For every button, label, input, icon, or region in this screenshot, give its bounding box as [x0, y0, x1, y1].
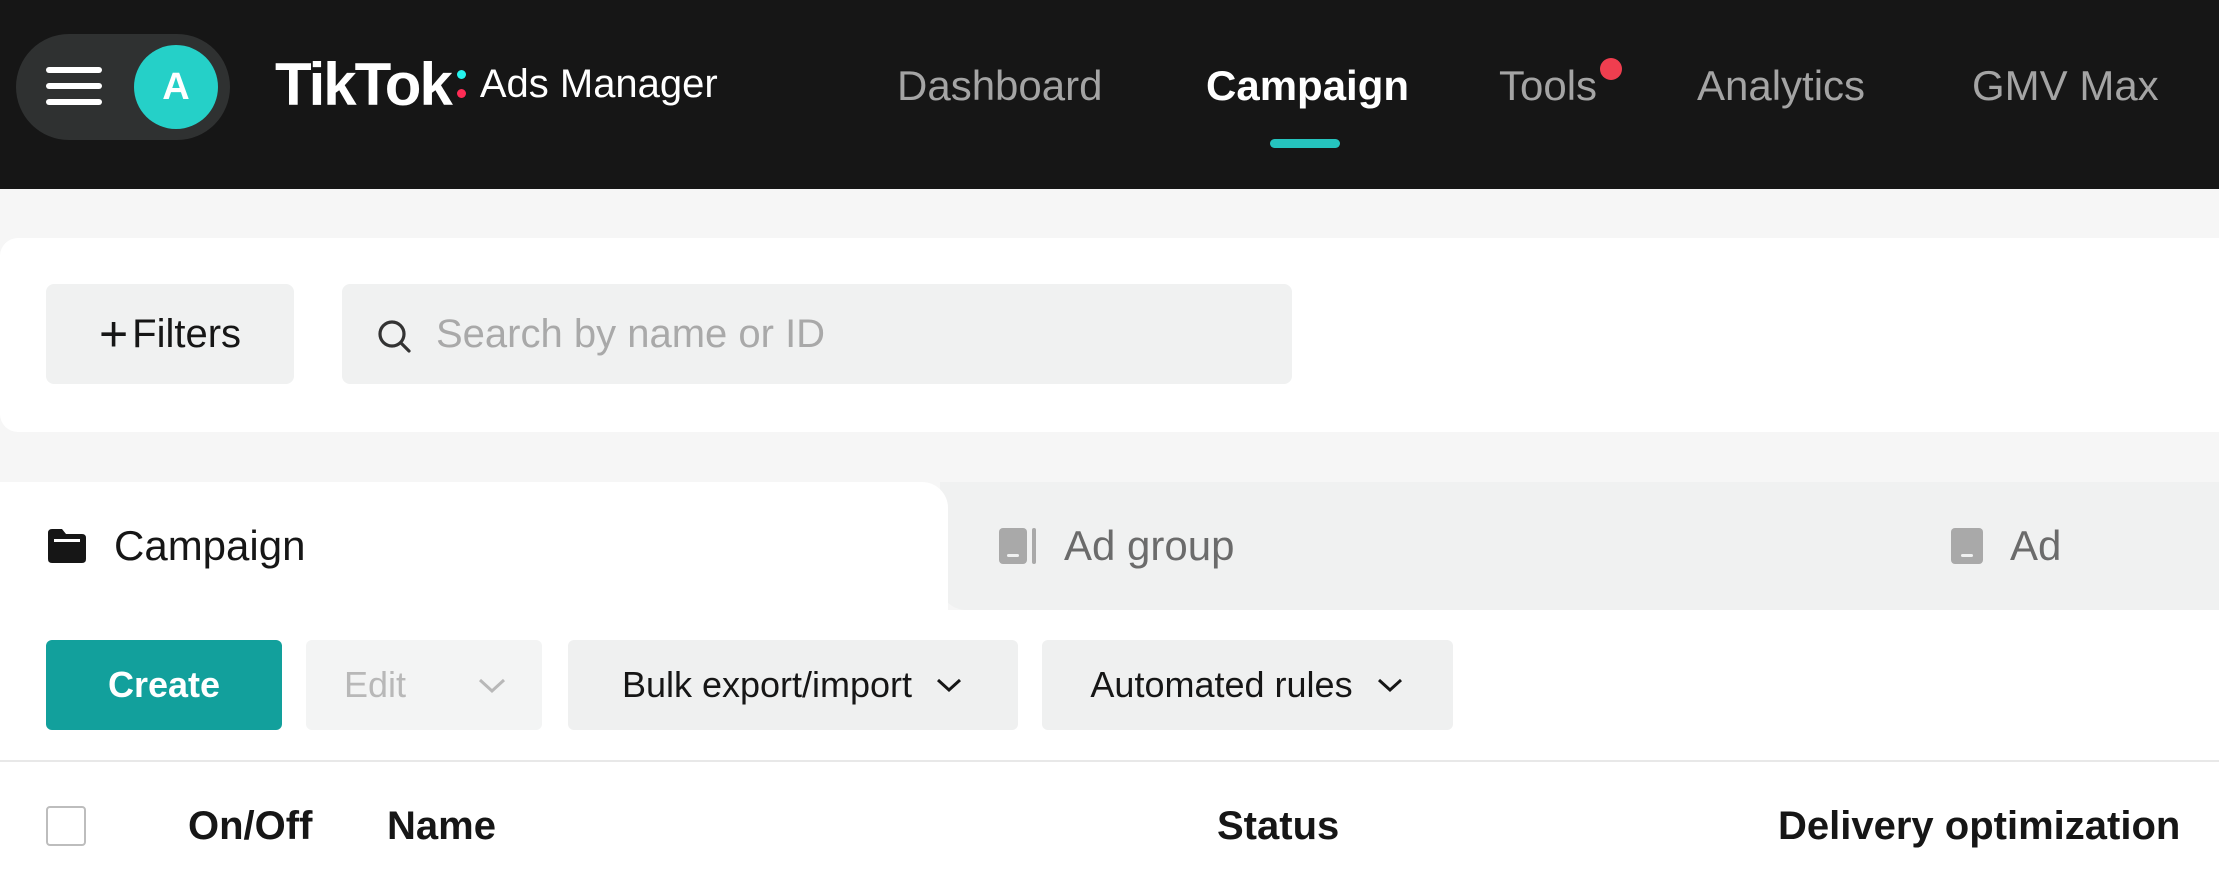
plus-icon: +	[98, 306, 129, 362]
chevron-down-icon	[1377, 678, 1402, 693]
notification-dot	[1600, 58, 1622, 80]
toolbar-divider	[0, 760, 2219, 762]
search-icon	[378, 320, 411, 353]
create-button[interactable]: Create	[46, 640, 282, 730]
account-menu[interactable]: A	[16, 34, 230, 140]
level-tab-ad[interactable]: Ad	[1950, 482, 2061, 610]
avatar[interactable]: A	[134, 45, 218, 129]
level-tab-label: Campaign	[114, 522, 306, 569]
column-header-status[interactable]: Status	[1217, 800, 1339, 852]
bulk-export-import-dropdown[interactable]: Bulk export/import	[568, 640, 1018, 730]
edit-dropdown[interactable]: Edit	[306, 640, 542, 730]
top-navigation-bar: A TikTok Ads Manager Dashboard Campaign …	[0, 0, 2219, 189]
level-tab-ad-group[interactable]: Ad group	[998, 482, 1234, 610]
nav-tab-analytics[interactable]: Analytics	[1697, 56, 1865, 116]
level-tab-campaign[interactable]: Campaign	[0, 482, 948, 610]
automated-rules-dropdown[interactable]: Automated rules	[1042, 640, 1453, 730]
ad-group-icon	[999, 528, 1036, 564]
nav-tab-campaign[interactable]: Campaign	[1206, 56, 1409, 116]
column-header-name[interactable]: Name	[387, 800, 496, 852]
edit-label: Edit	[344, 664, 407, 705]
logo-product-name: Ads Manager	[479, 61, 718, 106]
filters-label: Filters	[132, 311, 242, 356]
ad-icon	[1951, 528, 1983, 564]
tiktok-ads-manager-logo[interactable]: TikTok Ads Manager	[275, 46, 718, 122]
hamburger-menu-icon[interactable]	[46, 63, 102, 109]
column-header-on-off[interactable]: On/Off	[188, 800, 312, 852]
folder-icon	[48, 529, 86, 563]
search-input[interactable]	[434, 284, 1254, 384]
nav-active-indicator	[1270, 139, 1340, 148]
automated-rules-label: Automated rules	[1090, 664, 1353, 705]
campaign-list: Create Edit Bulk export/import Automated…	[0, 610, 2219, 880]
chevron-down-icon	[478, 678, 506, 694]
filter-panel: + Filters	[0, 238, 2219, 432]
nav-tab-tools[interactable]: Tools	[1499, 56, 1597, 116]
chevron-down-icon	[937, 678, 962, 693]
level-tabs: Campaign Ad group Ad	[0, 482, 2219, 610]
search-box[interactable]	[342, 284, 1292, 384]
add-filters-button[interactable]: + Filters	[46, 284, 294, 384]
select-all-checkbox[interactable]	[46, 806, 86, 846]
logo-colon-icon	[456, 70, 466, 98]
level-tab-label: Ad group	[1064, 522, 1235, 569]
column-header-delivery-optimization[interactable]: Delivery optimization	[1778, 800, 2180, 852]
level-tab-label: Ad	[2010, 522, 2062, 569]
logo-brand: TikTok	[275, 50, 453, 118]
bulk-export-import-label: Bulk export/import	[621, 664, 913, 705]
nav-tab-dashboard[interactable]: Dashboard	[897, 56, 1102, 116]
nav-tab-gmv-max[interactable]: GMV Max	[1972, 56, 2159, 116]
